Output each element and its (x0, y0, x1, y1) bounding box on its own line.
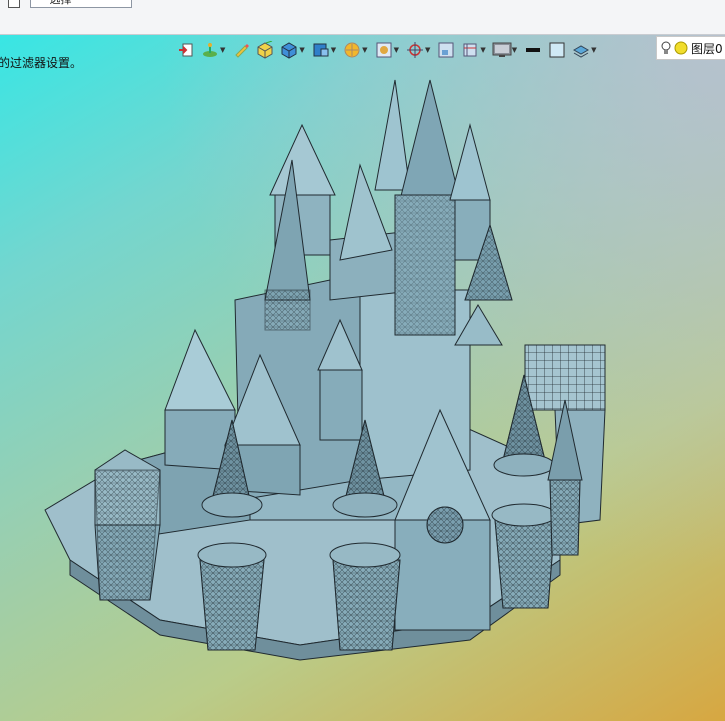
document-icon (8, 0, 20, 8)
castle-model[interactable] (0, 35, 725, 721)
top-toolbar: 一 选择 (0, 0, 725, 35)
3d-viewport[interactable]: 的过滤器设置。 ▼ ▼ ▼ ▼ ▼ ▼ ▼ ▼ ▼ 图层0 (0, 35, 725, 721)
selection-filter-dropdown[interactable]: 一 选择 (30, 0, 132, 8)
